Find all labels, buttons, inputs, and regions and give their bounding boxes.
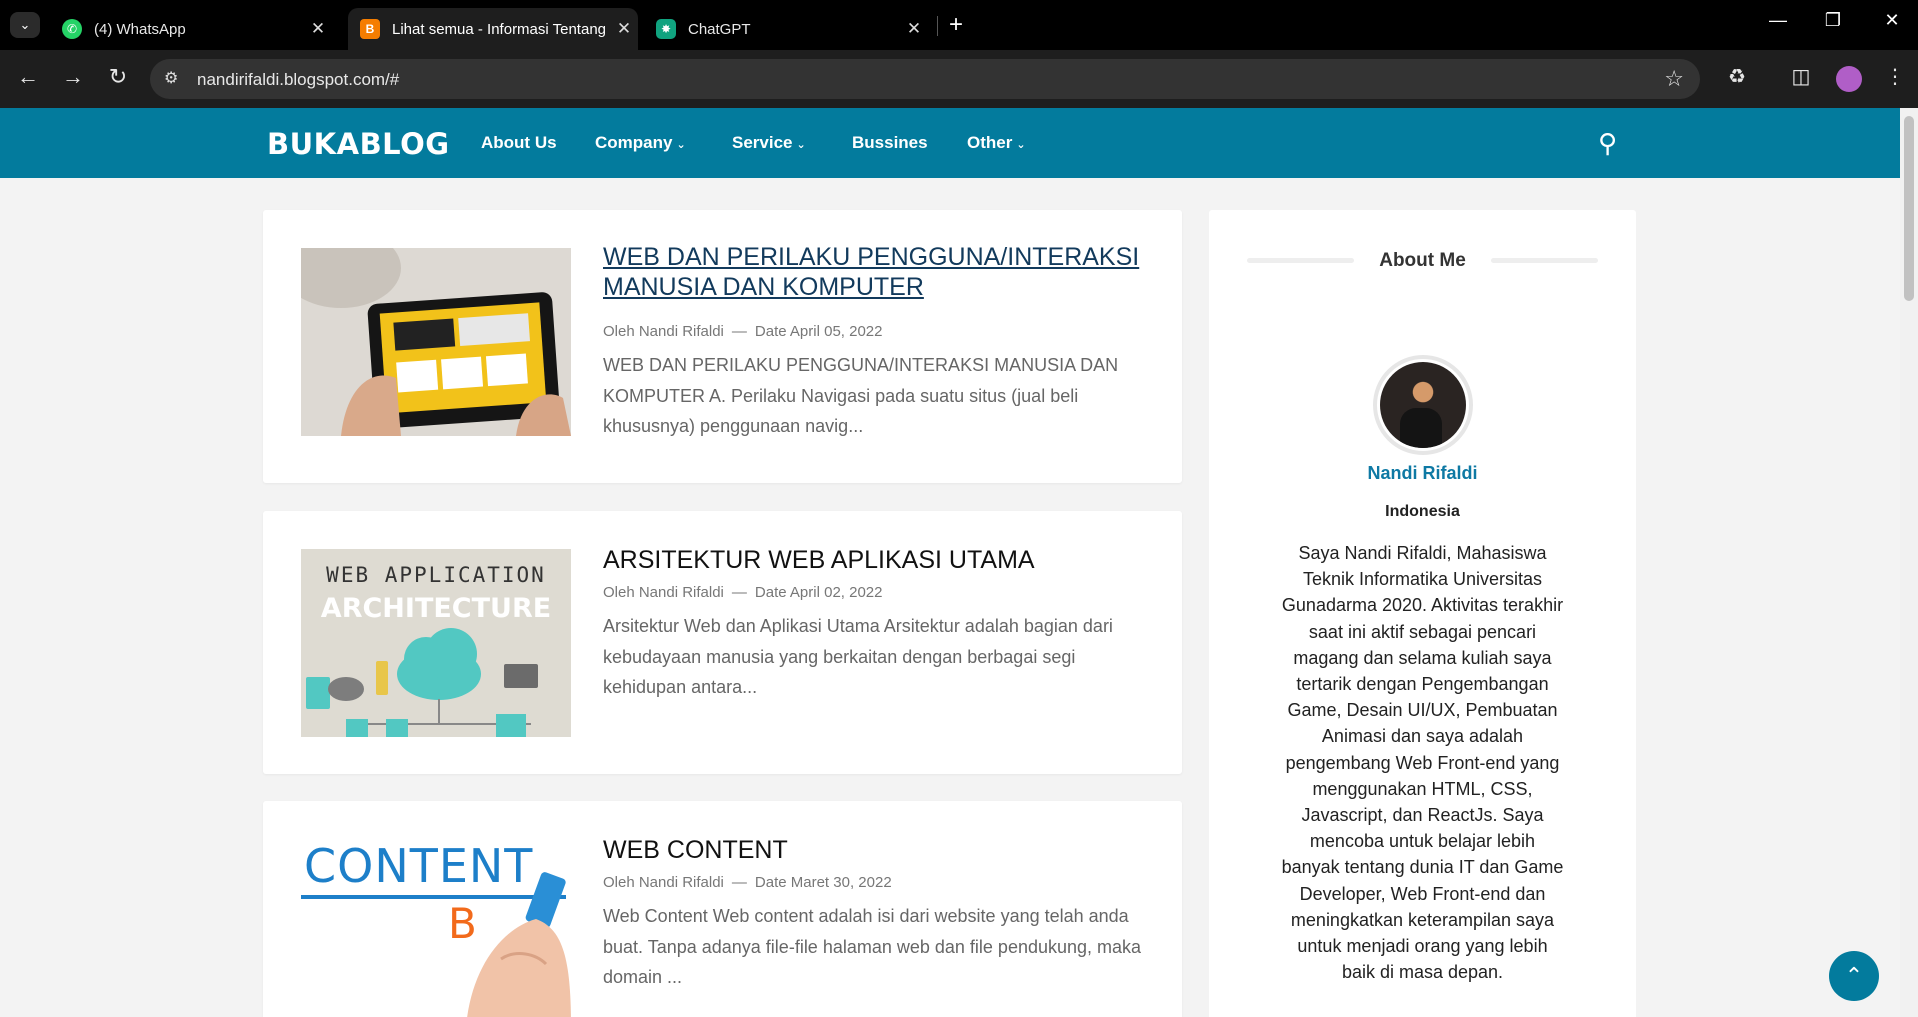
chatgpt-icon: ✸ xyxy=(656,19,676,39)
reload-button[interactable]: ↻ xyxy=(103,64,133,90)
close-icon[interactable]: ✕ xyxy=(610,19,638,39)
menu-label: About Us xyxy=(481,133,557,152)
post-author[interactable]: Oleh Nandi Rifaldi xyxy=(603,584,724,601)
address-bar[interactable]: ⚙ nandirifaldi.blogspot.com/# ☆ xyxy=(150,59,1700,99)
site-settings-icon[interactable]: ⚙ xyxy=(164,68,178,88)
tab-blogger[interactable]: B Lihat semua - Informasi Tentang ✕ xyxy=(348,8,638,50)
post-date: Date Maret 30, 2022 xyxy=(754,874,892,891)
back-to-top-button[interactable]: ⌃ xyxy=(1829,951,1879,1001)
post-title-link[interactable]: WEB CONTENT xyxy=(603,835,1152,865)
back-button[interactable]: ← xyxy=(13,64,43,90)
side-panel-icon[interactable]: ◫ xyxy=(1786,64,1816,89)
more-menu-icon[interactable]: ⋮ xyxy=(1880,64,1910,89)
tab-strip: ⌄ ✆ (4) WhatsApp ✕ B Lihat semua - Infor… xyxy=(0,0,1918,50)
new-tab-button[interactable]: + xyxy=(949,11,963,39)
post-date: Date April 02, 2022 xyxy=(754,584,883,601)
menu-label: Service xyxy=(732,133,793,152)
menu-about-us[interactable]: About Us xyxy=(481,133,557,153)
search-icon[interactable]: ⚲ xyxy=(1598,128,1617,159)
tablet-image xyxy=(301,248,571,436)
tab-search-button[interactable]: ⌄ xyxy=(10,12,40,38)
menu-label: Bussines xyxy=(852,133,928,152)
post-title-link[interactable]: WEB DAN PERILAKU PENGGUNA/INTERAKSI MANU… xyxy=(603,242,1152,302)
restore-button[interactable]: ❐ xyxy=(1813,10,1853,31)
cloud-diagram-image xyxy=(306,628,538,737)
post-card: WEB APPLICATION ARCHITECTURE ARSITEKTUR … xyxy=(263,511,1182,774)
menu-label: Other xyxy=(967,133,1013,152)
profile-avatar[interactable] xyxy=(1836,66,1862,92)
author-name[interactable]: Nandi Rifaldi xyxy=(1209,463,1636,484)
bookmark-star-icon[interactable]: ☆ xyxy=(1664,66,1684,92)
post-meta: Oleh Nandi Rifaldi — Date Maret 30, 2022 xyxy=(603,874,892,891)
post-card: CONTENT B WEB CONTENT Oleh Nandi Rifaldi… xyxy=(263,801,1182,1017)
minimize-button[interactable]: — xyxy=(1758,10,1798,31)
scroll-thumb[interactable] xyxy=(1904,116,1914,301)
post-thumbnail[interactable]: WEB APPLICATION ARCHITECTURE xyxy=(301,549,571,737)
tab-whatsapp[interactable]: ✆ (4) WhatsApp ✕ xyxy=(50,8,332,50)
close-icon[interactable]: ✕ xyxy=(900,19,928,39)
post-date: Date April 05, 2022 xyxy=(754,323,883,340)
menu-company[interactable]: Company ⌄ xyxy=(595,133,686,153)
site-header: BUKABLOG About Us Company ⌄ Service ⌄ Buss… xyxy=(0,108,1900,178)
blogger-icon: B xyxy=(360,19,380,39)
whatsapp-icon: ✆ xyxy=(62,19,82,39)
browser-toolbar: ← → ↻ ⚙ nandirifaldi.blogspot.com/# ☆ ♻ … xyxy=(0,50,1918,108)
title-divider xyxy=(1491,258,1598,263)
chevron-down-icon: ⌄ xyxy=(1016,139,1026,151)
chevron-down-icon: ⌄ xyxy=(796,139,806,151)
chevron-down-icon: ⌄ xyxy=(676,139,686,151)
menu-label: Company xyxy=(595,133,673,152)
author-location: Indonesia xyxy=(1385,503,1460,520)
post-meta: Oleh Nandi Rifaldi — Date April 05, 2022 xyxy=(603,323,883,340)
tab-title: (4) WhatsApp xyxy=(94,20,186,38)
forward-button[interactable]: → xyxy=(58,64,88,90)
post-excerpt: WEB DAN PERILAKU PENGGUNA/INTERAKSI MANU… xyxy=(603,355,1119,436)
tab-chatgpt[interactable]: ✸ ChatGPT ✕ xyxy=(644,8,928,50)
close-window-button[interactable]: ✕ xyxy=(1872,10,1912,31)
hand-marker-image xyxy=(467,872,571,1017)
tab-separator xyxy=(937,16,938,36)
post-excerpt: Arsitektur Web dan Aplikasi Utama Arsite… xyxy=(603,616,1113,697)
page-scrollbar[interactable] xyxy=(1900,108,1918,1017)
author-bio: Saya Nandi Rifaldi, Mahasiswa Teknik Inf… xyxy=(1281,543,1564,983)
post-excerpt: Web Content Web content adalah isi dari … xyxy=(603,906,1142,987)
url-text[interactable]: nandirifaldi.blogspot.com/# xyxy=(197,70,399,90)
post-thumbnail[interactable]: CONTENT B xyxy=(301,839,571,1017)
post-card: WEB DAN PERILAKU PENGGUNA/INTERAKSI MANU… xyxy=(263,210,1182,483)
avatar[interactable] xyxy=(1373,355,1473,455)
chevron-down-icon: ⌄ xyxy=(19,17,31,32)
tab-title: Lihat semua - Informasi Tentang xyxy=(392,20,607,38)
menu-service[interactable]: Service ⌄ xyxy=(732,133,806,153)
post-title-link[interactable]: ARSITEKTUR WEB APLIKASI UTAMA xyxy=(603,545,1152,575)
post-meta: Oleh Nandi Rifaldi — Date April 02, 2022 xyxy=(603,584,883,601)
extensions-icon[interactable]: ♻ xyxy=(1722,64,1752,89)
menu-other[interactable]: Other ⌄ xyxy=(967,133,1026,153)
close-icon[interactable]: ✕ xyxy=(304,19,332,39)
site-logo[interactable]: BUKABLOG xyxy=(267,127,450,161)
menu-bussines[interactable]: Bussines xyxy=(852,133,928,153)
author-photo xyxy=(1380,362,1466,448)
post-author[interactable]: Oleh Nandi Rifaldi xyxy=(603,323,724,340)
chevron-up-icon: ⌃ xyxy=(1844,963,1864,988)
sidebar-about-widget: About Me Nandi Rifaldi Indonesia Saya Na… xyxy=(1209,210,1636,1017)
tab-title: ChatGPT xyxy=(688,20,751,38)
post-author[interactable]: Oleh Nandi Rifaldi xyxy=(603,874,724,891)
post-thumbnail[interactable] xyxy=(301,248,571,436)
